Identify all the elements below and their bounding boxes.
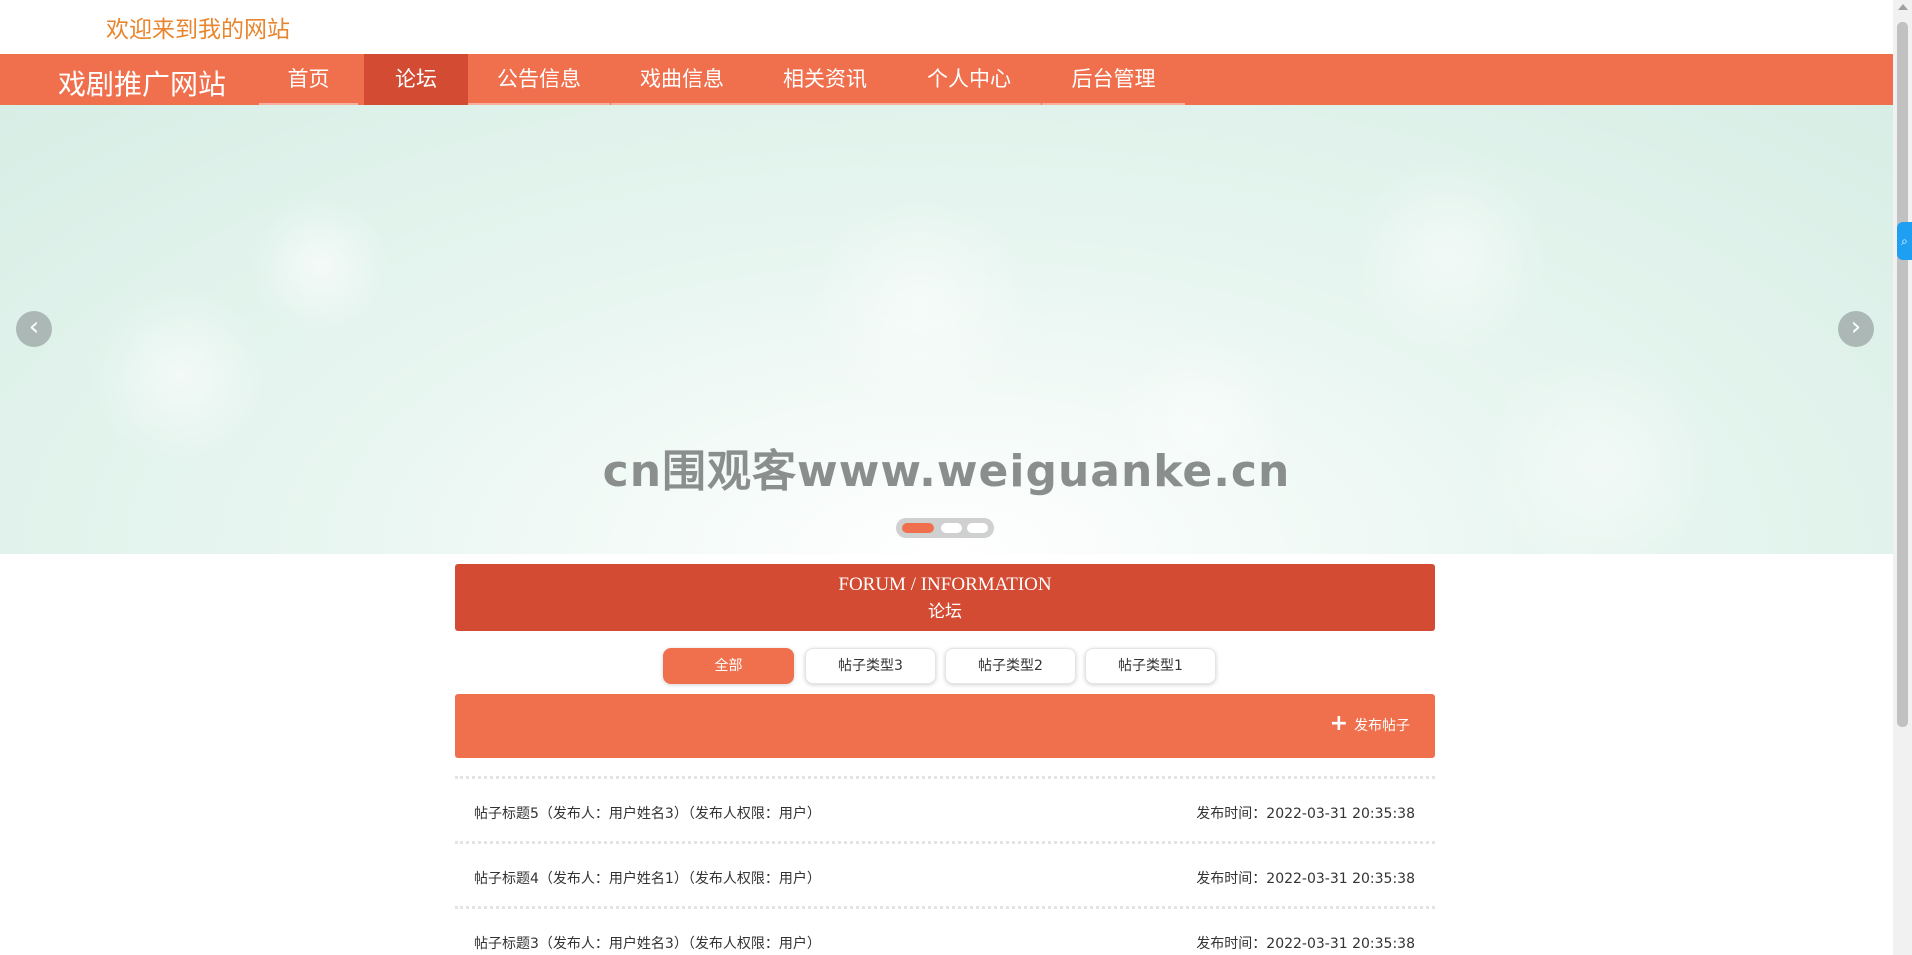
nav-item-home[interactable]: 首页: [259, 54, 358, 105]
post-time: 发布时间：2022-03-31 20:35:38: [1196, 871, 1415, 887]
nav-item-label: 公告信息: [497, 67, 581, 91]
chevron-left-icon[interactable]: ‹: [16, 311, 52, 347]
top-bar: 欢迎来到我的网站: [0, 0, 1912, 54]
nav-item-profile[interactable]: 个人中心: [897, 54, 1041, 105]
post-title[interactable]: 帖子标题4（发布人：用户姓名1）（发布人权限：用户）: [474, 868, 821, 888]
nav-item-notices[interactable]: 公告信息: [468, 54, 610, 105]
action-bar: + 发布帖子: [455, 694, 1435, 758]
section-header: FORUM / INFORMATION 论坛: [455, 564, 1435, 631]
nav-item-label: 个人中心: [927, 67, 1011, 91]
site-brand[interactable]: 戏剧推广网站: [58, 63, 226, 103]
category-filters: 全部 帖子类型3 帖子类型2 帖子类型1: [0, 648, 1893, 686]
nav-item-label: 论坛: [395, 67, 437, 91]
filter-type-1[interactable]: 帖子类型1: [1085, 648, 1216, 684]
nav-item-label: 相关资讯: [783, 67, 867, 91]
chevron-right-icon[interactable]: ›: [1838, 311, 1874, 347]
carousel-dot-3[interactable]: [967, 523, 988, 533]
scroll-up-arrow-icon[interactable]: [1898, 4, 1908, 10]
carousel-dot-2[interactable]: [941, 523, 962, 533]
section-title-en: FORUM / INFORMATION: [838, 574, 1052, 595]
section-title-cn: 论坛: [928, 602, 962, 622]
side-float-icon[interactable]: ⌕: [1897, 222, 1912, 260]
post-time: 发布时间：2022-03-31 20:35:38: [1196, 936, 1415, 952]
post-list: 帖子标题5（发布人：用户姓名3）（发布人权限：用户） 发布时间：2022-03-…: [455, 776, 1435, 955]
nav-item-opera[interactable]: 戏曲信息: [611, 54, 753, 105]
nav-item-news[interactable]: 相关资讯: [753, 54, 897, 105]
filter-type-2[interactable]: 帖子类型2: [945, 648, 1076, 684]
nav-item-label: 戏曲信息: [640, 67, 724, 91]
main-nav: 戏剧推广网站 首页 论坛 公告信息 戏曲信息 相关资讯 个人中心 后台管理: [0, 54, 1893, 105]
new-post-label: 发布帖子: [1354, 718, 1410, 734]
post-time: 发布时间：2022-03-31 20:35:38: [1196, 806, 1415, 822]
list-item[interactable]: 帖子标题3（发布人：用户姓名3）（发布人权限：用户） 发布时间：2022-03-…: [455, 906, 1435, 955]
filter-all[interactable]: 全部: [663, 648, 794, 684]
carousel-indicators: [896, 518, 994, 538]
banner-carousel: cn围观客www.weiguanke.cn ‹ ›: [0, 105, 1893, 554]
post-title[interactable]: 帖子标题3（发布人：用户姓名3）（发布人权限：用户）: [474, 933, 821, 953]
list-item[interactable]: 帖子标题5（发布人：用户姓名3）（发布人权限：用户） 发布时间：2022-03-…: [455, 776, 1435, 841]
nav-item-label: 首页: [287, 67, 330, 91]
banner-caption: cn围观客www.weiguanke.cn: [602, 446, 1291, 497]
nav-item-admin[interactable]: 后台管理: [1042, 54, 1185, 105]
filter-type-3[interactable]: 帖子类型3: [805, 648, 936, 684]
plus-icon: +: [1329, 711, 1348, 736]
new-post-button[interactable]: + 发布帖子: [1330, 713, 1410, 736]
nav-item-forum[interactable]: 论坛: [364, 54, 468, 105]
carousel-dot-1[interactable]: [902, 523, 934, 533]
scrollbar-thumb[interactable]: [1897, 22, 1908, 727]
welcome-text: 欢迎来到我的网站: [106, 17, 290, 43]
nav-item-label: 后台管理: [1071, 67, 1156, 91]
post-title[interactable]: 帖子标题5（发布人：用户姓名3）（发布人权限：用户）: [474, 803, 821, 823]
list-item[interactable]: 帖子标题4（发布人：用户姓名1）（发布人权限：用户） 发布时间：2022-03-…: [455, 841, 1435, 906]
